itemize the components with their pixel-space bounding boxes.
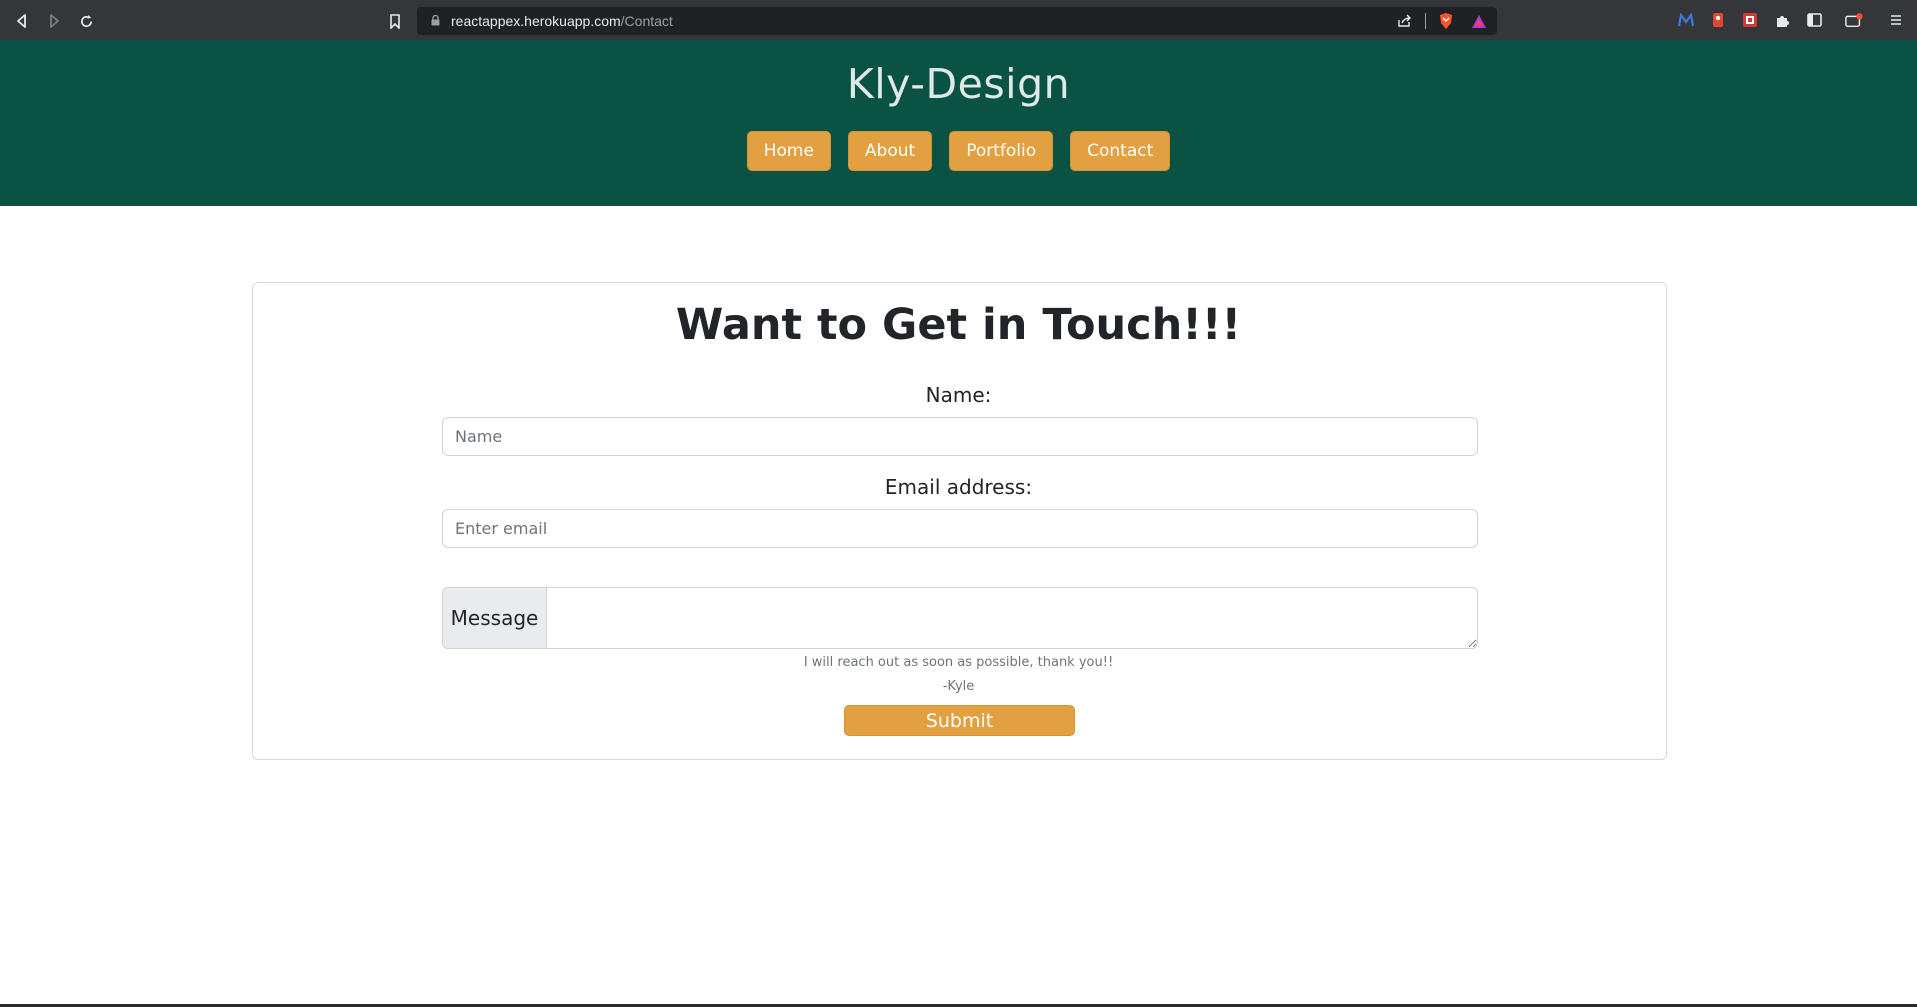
lock-icon (431, 15, 440, 26)
url-host: reactappex.herokuapp.com (451, 13, 621, 29)
email-label: Email address: (884, 475, 1033, 499)
nav-portfolio-button[interactable]: Portfolio (949, 131, 1054, 171)
share-icon[interactable] (1395, 12, 1413, 30)
browser-toolbar: reactappex.herokuapp.com/Contact (0, 0, 1917, 40)
message-label: Message (442, 587, 546, 649)
nav-about-button[interactable]: About (847, 131, 933, 171)
message-textarea[interactable] (546, 587, 1478, 649)
nav-home-button[interactable]: Home (746, 131, 831, 171)
extension-red-icon[interactable] (1709, 11, 1727, 29)
menu-icon[interactable] (1887, 11, 1905, 29)
reload-icon[interactable] (75, 10, 97, 32)
thank-you-note: I will reach out as soon as possible, th… (803, 655, 1114, 670)
brave-shield-icon[interactable] (1437, 12, 1455, 30)
forward-icon[interactable] (43, 10, 65, 32)
signature: -Kyle (942, 679, 975, 694)
bookmark-icon[interactable] (384, 10, 406, 32)
message-group: Message (442, 587, 1478, 649)
email-input[interactable] (442, 509, 1478, 548)
wallet-icon[interactable] (1845, 11, 1863, 29)
name-input[interactable] (442, 417, 1478, 456)
url-path: /Contact (620, 13, 673, 29)
divider (1425, 13, 1426, 29)
brave-rewards-icon[interactable] (1470, 12, 1488, 30)
address-bar[interactable]: reactappex.herokuapp.com/Contact (417, 7, 1497, 35)
url-text: reactappex.herokuapp.com/Contact (451, 13, 673, 29)
main-nav: Home About Portfolio Contact (0, 131, 1917, 171)
sidebar-icon[interactable] (1805, 11, 1823, 29)
extension-m-icon[interactable] (1677, 11, 1695, 29)
page-title: Want to Get in Touch!!! (675, 300, 1242, 350)
brand-title: Kly-Design (846, 60, 1071, 108)
extensions-puzzle-icon[interactable] (1773, 11, 1791, 29)
name-label: Name: (925, 383, 992, 407)
extension-red2-icon[interactable] (1741, 11, 1759, 29)
nav-contact-button[interactable]: Contact (1070, 131, 1171, 171)
back-icon[interactable] (11, 10, 33, 32)
submit-button[interactable]: Submit (844, 705, 1075, 736)
